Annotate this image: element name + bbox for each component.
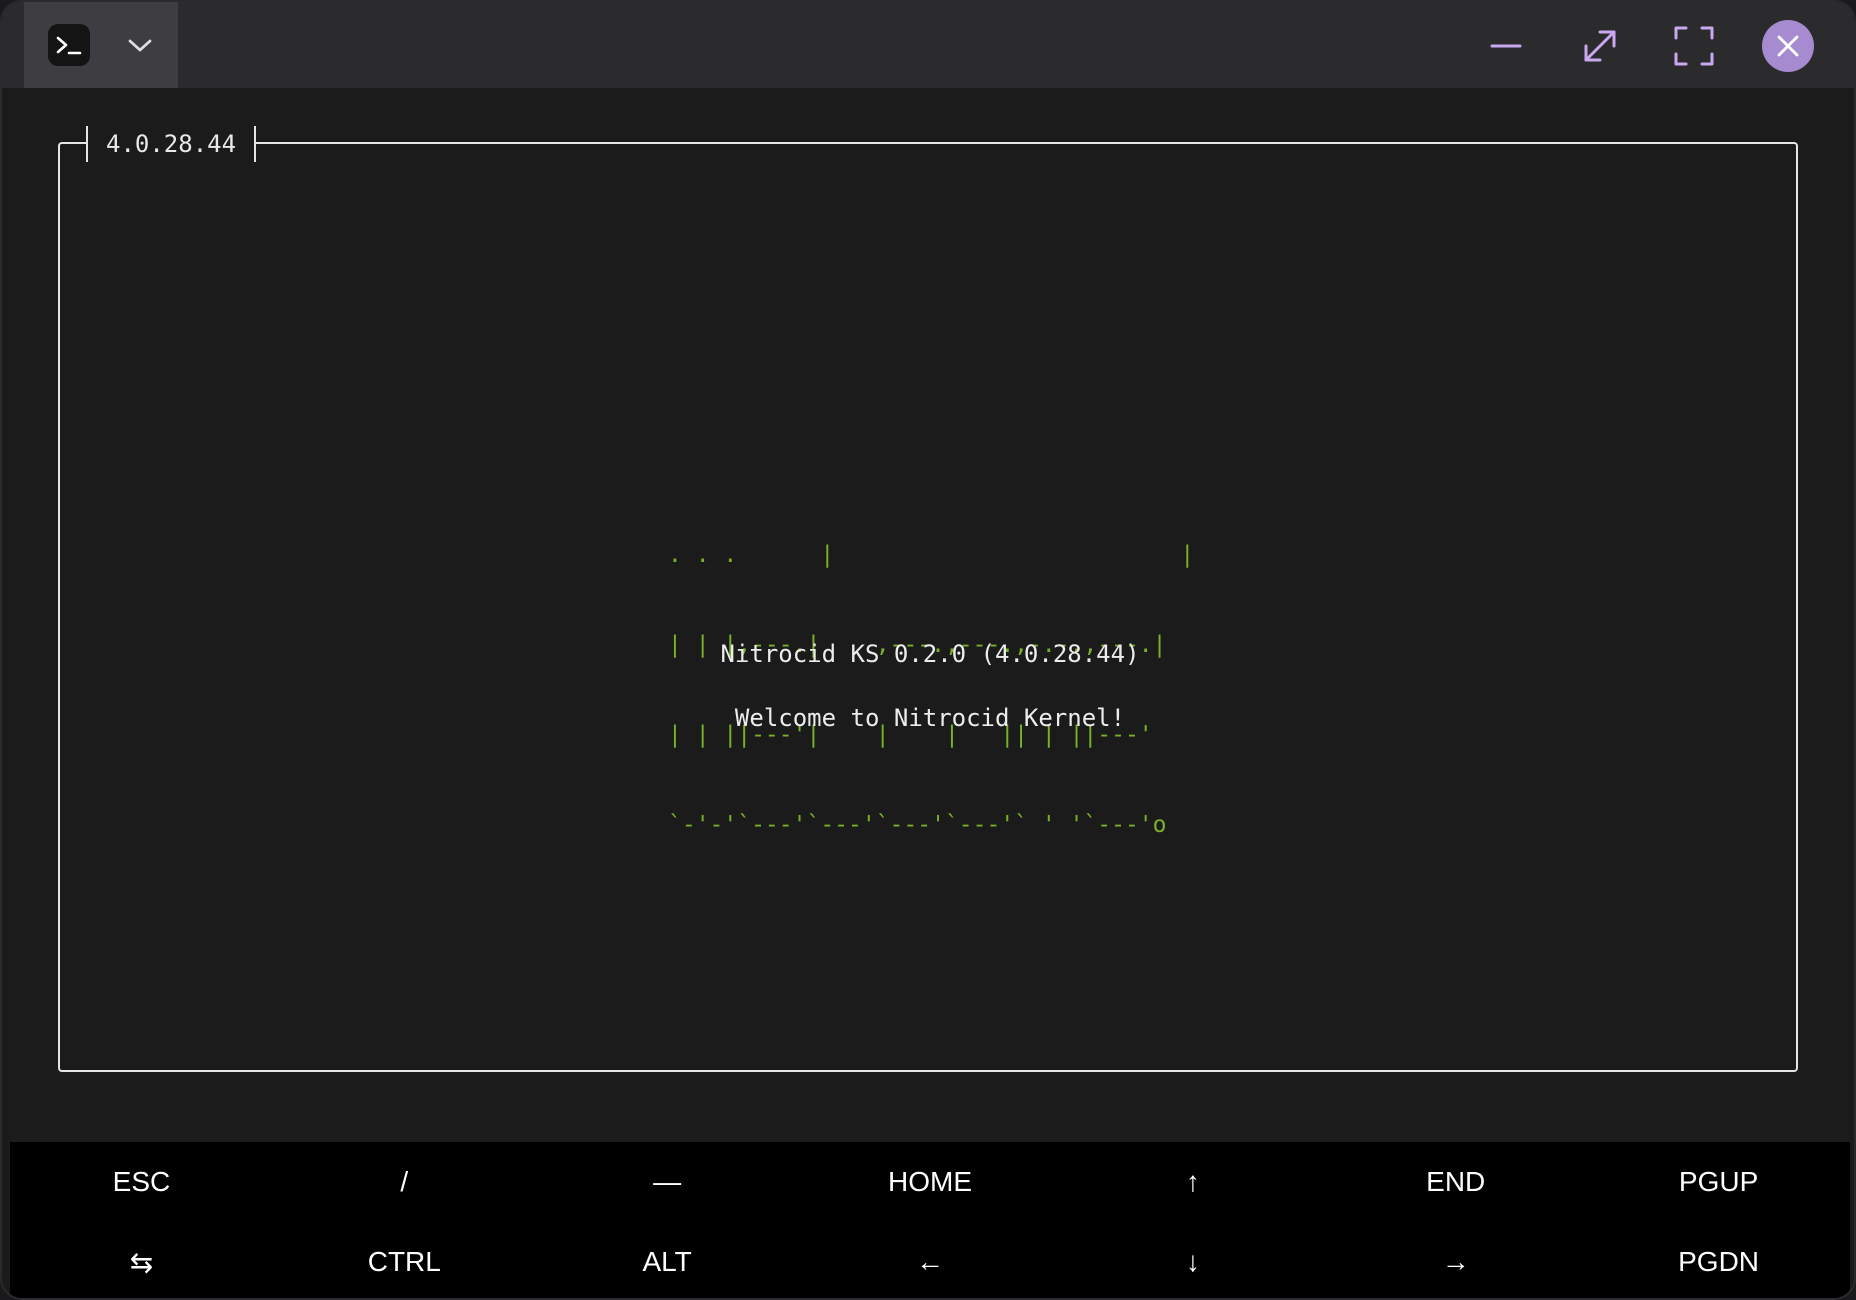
key-esc[interactable]: ESC — [10, 1142, 273, 1222]
version-line: Nitrocid KS 0.2.0 (4.0.28.44) — [720, 640, 1140, 668]
key-home[interactable]: HOME — [799, 1142, 1062, 1222]
extra-keys-row-2: ⇆ CTRL ALT ← ↓ → PGDN — [10, 1222, 1850, 1298]
key-slash[interactable]: / — [273, 1142, 536, 1222]
title-bar — [2, 2, 1854, 88]
key-pgdn[interactable]: PGDN — [1587, 1222, 1850, 1298]
extra-keys-bar: ESC / — HOME ↑ END PGUP ⇆ CTRL ALT ← ↓ →… — [10, 1142, 1850, 1298]
extra-keys-row-1: ESC / — HOME ↑ END PGUP — [10, 1142, 1850, 1222]
expand-button[interactable] — [1574, 20, 1626, 72]
ascii-line: `-'-'`---'`---'`---'`---'` ' '`---'o — [668, 812, 1167, 838]
key-down-arrow[interactable]: ↓ — [1061, 1222, 1324, 1298]
welcome-ascii-art: . . . | | | | |,---.| ,---.,---.,-.-.,--… — [668, 480, 1195, 900]
frame-title: 4.0.28.44 — [86, 126, 257, 162]
key-tab[interactable]: ⇆ — [10, 1222, 273, 1298]
minimize-icon — [1490, 44, 1522, 48]
welcome-message: Welcome to Nitrocid Kernel! — [734, 704, 1126, 732]
chevron-down-icon[interactable] — [122, 28, 158, 64]
key-alt[interactable]: ALT — [536, 1222, 799, 1298]
key-right-arrow[interactable]: → — [1324, 1222, 1587, 1298]
key-dash[interactable]: — — [536, 1142, 799, 1222]
key-end[interactable]: END — [1324, 1142, 1587, 1222]
key-ctrl[interactable]: CTRL — [273, 1222, 536, 1298]
key-pgup[interactable]: PGUP — [1587, 1142, 1850, 1222]
terminal-prompt-icon — [48, 24, 90, 66]
key-up-arrow[interactable]: ↑ — [1061, 1142, 1324, 1222]
ascii-line: . . . | | — [668, 542, 1195, 568]
session-tab[interactable] — [24, 2, 178, 88]
expand-icon — [1584, 30, 1616, 62]
terminal-window: 4.0.28.44 . . . | | | | |,---.| ,---.,--… — [0, 0, 1856, 1300]
key-left-arrow[interactable]: ← — [799, 1222, 1062, 1298]
terminal-screen[interactable]: 4.0.28.44 . . . | | | | |,---.| ,---.,--… — [2, 88, 1854, 1142]
fullscreen-icon — [1674, 26, 1714, 66]
fullscreen-button[interactable] — [1668, 20, 1720, 72]
close-icon — [1777, 35, 1799, 57]
close-button[interactable] — [1762, 20, 1814, 72]
minimize-button[interactable] — [1480, 20, 1532, 72]
